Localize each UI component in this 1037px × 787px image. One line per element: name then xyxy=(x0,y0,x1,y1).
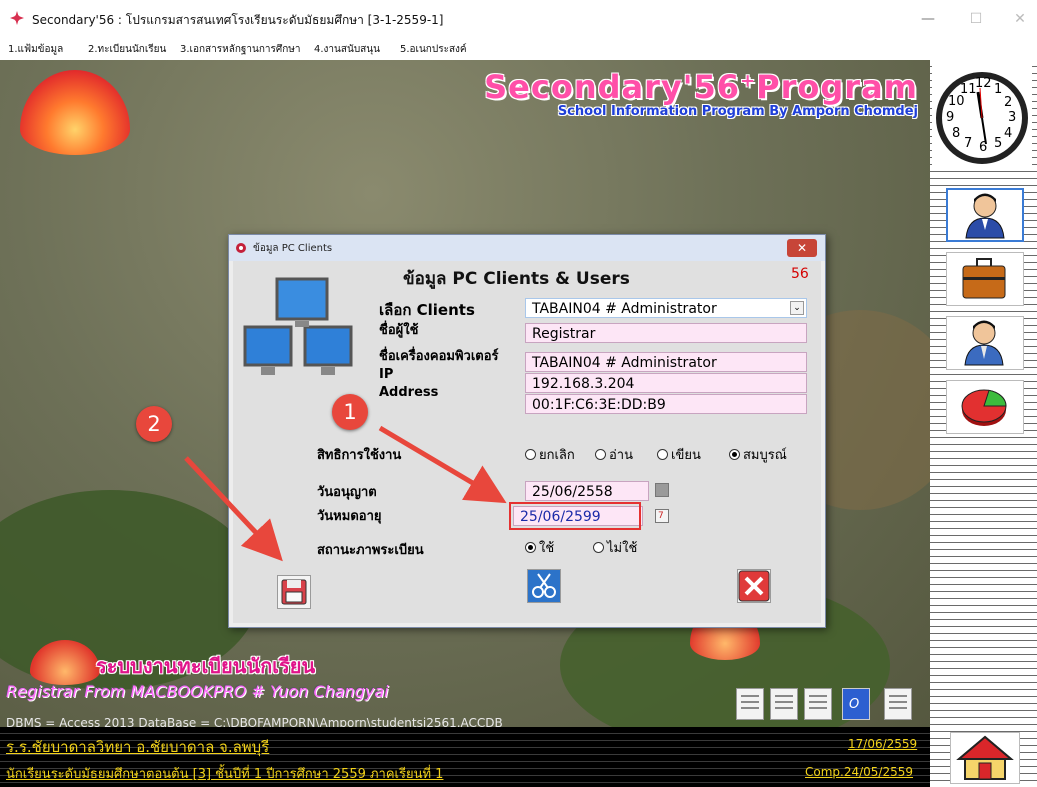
annotation-arrow-1 xyxy=(378,425,507,504)
app-window: Secondary'56 : โปรแกรมสารสนเทศโรงเรียนระ… xyxy=(0,0,1037,787)
annotation-arrows xyxy=(184,425,507,562)
annotation-badge-2: 2 xyxy=(136,406,172,442)
annotation-arrow-2 xyxy=(184,456,283,562)
annotation-badge-1: 1 xyxy=(332,394,368,430)
